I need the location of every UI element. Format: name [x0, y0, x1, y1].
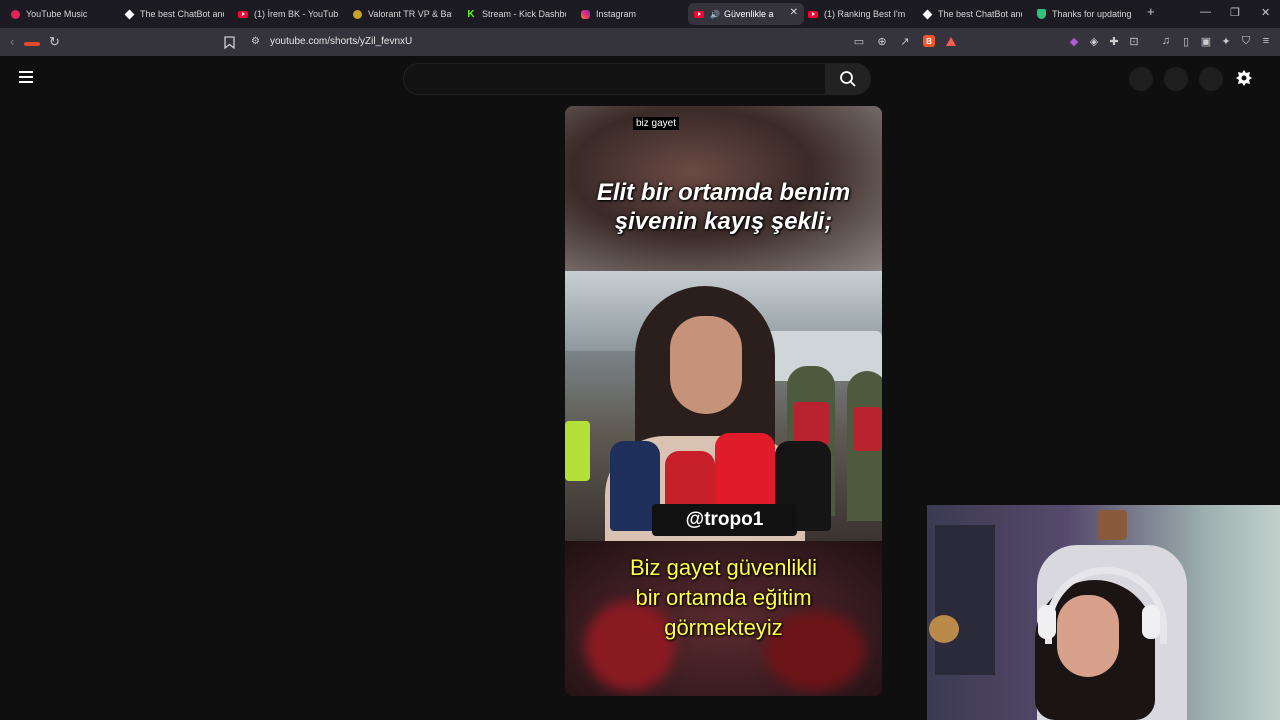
tab-ranking[interactable]: (1) Ranking Best I'm Ju — [808, 3, 908, 25]
minimize-icon[interactable]: — — [1200, 6, 1211, 18]
tab-label: (1) İrem BK - YouTube — [254, 9, 338, 19]
loading-indicator-icon — [24, 42, 40, 46]
extension-diamond-icon[interactable]: ◈ — [1088, 35, 1100, 48]
tab-active-guvenlikle[interactable]: 🔊 Güvenlikle alak ✕ — [688, 3, 804, 25]
url-field[interactable]: youtube.com/shorts/yZil_fevnxU — [270, 36, 412, 47]
wallet-icon[interactable]: ▣ — [1200, 35, 1212, 48]
reload-icon[interactable]: ↻ — [49, 34, 60, 50]
sidebar-icon[interactable]: ▯ — [1180, 35, 1192, 48]
tab-youtube-music[interactable]: YouTube Music — [10, 3, 110, 25]
chatbot-icon — [124, 9, 134, 19]
screenshot-icon[interactable]: ⊡ — [1128, 35, 1140, 48]
address-bar-row: ‹ ↻ ⚙ youtube.com/shorts/yZil_fevnxU ▭ ⊕… — [0, 28, 1280, 56]
video-frame-bottom: Biz gayet güvenlikli bir ortamda eğitim … — [565, 541, 882, 696]
tab-valorant[interactable]: Valorant TR VP & Batt — [352, 3, 452, 25]
caption-line: şivenin kayış şekli; — [614, 208, 833, 235]
creator-handle: @tropo1 — [652, 504, 797, 536]
speaker-icon: 🔊 — [710, 9, 720, 19]
microphone-green — [565, 421, 590, 481]
search-icon — [840, 71, 856, 87]
valorant-icon — [352, 9, 362, 19]
extension-purple-icon[interactable]: ◆ — [1068, 35, 1080, 48]
caption-line: Elit bir ortamda benim — [596, 179, 851, 206]
header-placeholder-button[interactable] — [1129, 67, 1153, 91]
header-placeholder-button[interactable] — [1199, 67, 1223, 91]
caption-line: görmekteyiz — [664, 615, 783, 640]
youtube-icon — [808, 9, 818, 19]
search-button[interactable] — [825, 63, 871, 95]
leo-ai-icon[interactable]: ✦ — [1220, 35, 1232, 48]
bookmark-icon[interactable] — [224, 36, 235, 49]
tab-label: (1) Ranking Best I'm Ju — [824, 9, 908, 19]
cast-icon[interactable]: ▭ — [853, 35, 865, 48]
extensions-puzzle-icon[interactable]: ✚ — [1108, 35, 1120, 48]
video-frame-middle: @tropo1 — [565, 271, 882, 546]
kick-icon: K — [467, 8, 475, 20]
restore-icon[interactable]: ❐ — [1230, 6, 1240, 19]
tab-label: YouTube Music — [26, 9, 88, 19]
close-tab-icon[interactable]: ✕ — [790, 7, 798, 18]
headset-earcup — [1142, 605, 1160, 639]
caption-line: Biz gayet güvenlikli — [629, 555, 818, 580]
close-window-icon[interactable]: ✕ — [1261, 6, 1270, 19]
plush-toy-background — [929, 615, 959, 643]
tab-irem-bk-youtube[interactable]: (1) İrem BK - YouTube — [238, 3, 338, 25]
zoom-icon[interactable]: ⊕ — [876, 35, 888, 48]
wall-decoration — [1097, 510, 1127, 540]
tab-label: Güvenlikle alak — [723, 9, 774, 19]
tab-kick-dashboard[interactable]: K Stream - Kick Dashboa — [466, 3, 566, 25]
youtube-header — [0, 56, 1280, 102]
back-icon[interactable]: ‹ — [10, 34, 14, 49]
youtube-icon — [238, 9, 248, 19]
hamburger-menu-icon[interactable] — [19, 71, 33, 83]
tab-label: The best ChatBot and — [938, 9, 1022, 19]
brave-shields-icon[interactable]: B — [923, 35, 935, 47]
tab-chatbot[interactable]: The best ChatBot and — [124, 3, 224, 25]
media-icon[interactable]: ♫ — [1160, 35, 1172, 47]
browser-tab-bar: YouTube Music The best ChatBot and (1) İ… — [0, 0, 1280, 28]
caption-bottom: Biz gayet güvenlikli bir ortamda eğitim … — [565, 553, 882, 643]
subtitle-text: biz gayet — [633, 117, 680, 130]
extension-gear-icon[interactable] — [1235, 69, 1253, 87]
soldier-figure — [847, 371, 882, 521]
header-placeholder-button[interactable] — [1164, 67, 1188, 91]
headset-earcup — [1038, 605, 1056, 639]
tab-label: Instagram — [596, 9, 637, 19]
brave-rewards-icon[interactable] — [945, 35, 957, 47]
tab-chatbot-2[interactable]: The best ChatBot and — [922, 3, 1022, 25]
streamer-webcam-overlay — [927, 505, 1280, 720]
shelf-background — [935, 525, 995, 675]
new-tab-icon[interactable]: + — [1147, 4, 1155, 19]
caption-line: bir ortamda eğitim — [635, 585, 812, 610]
shield-icon — [1036, 9, 1046, 19]
chatbot-icon — [922, 9, 932, 19]
youtube-icon — [694, 9, 704, 19]
site-info-icon[interactable]: ⚙ — [251, 36, 260, 47]
tab-instagram[interactable]: Instagram — [580, 3, 680, 25]
video-frame-top: Elit bir ortamda benim şivenin kayış şek… — [565, 106, 882, 271]
share-icon[interactable]: ↗ — [899, 35, 911, 48]
menu-icon[interactable]: ≡ — [1260, 35, 1272, 47]
vpn-icon[interactable]: ⛉ — [1240, 35, 1252, 47]
caption-top: Elit bir ortamda benim şivenin kayış şek… — [565, 178, 882, 236]
tab-label: Valorant TR VP & Batt — [368, 9, 452, 19]
tab-label: The best ChatBot and — [140, 9, 224, 19]
youtube-music-icon — [10, 9, 20, 19]
tab-label: Stream - Kick Dashboa — [482, 9, 566, 19]
instagram-icon — [580, 9, 590, 19]
tab-label: Thanks for updating th — [1052, 9, 1132, 19]
tab-thanks-updating[interactable]: Thanks for updating th — [1036, 3, 1132, 25]
search-input[interactable] — [403, 63, 828, 95]
short-video-player[interactable]: Elit bir ortamda benim şivenin kayış şek… — [565, 106, 882, 696]
